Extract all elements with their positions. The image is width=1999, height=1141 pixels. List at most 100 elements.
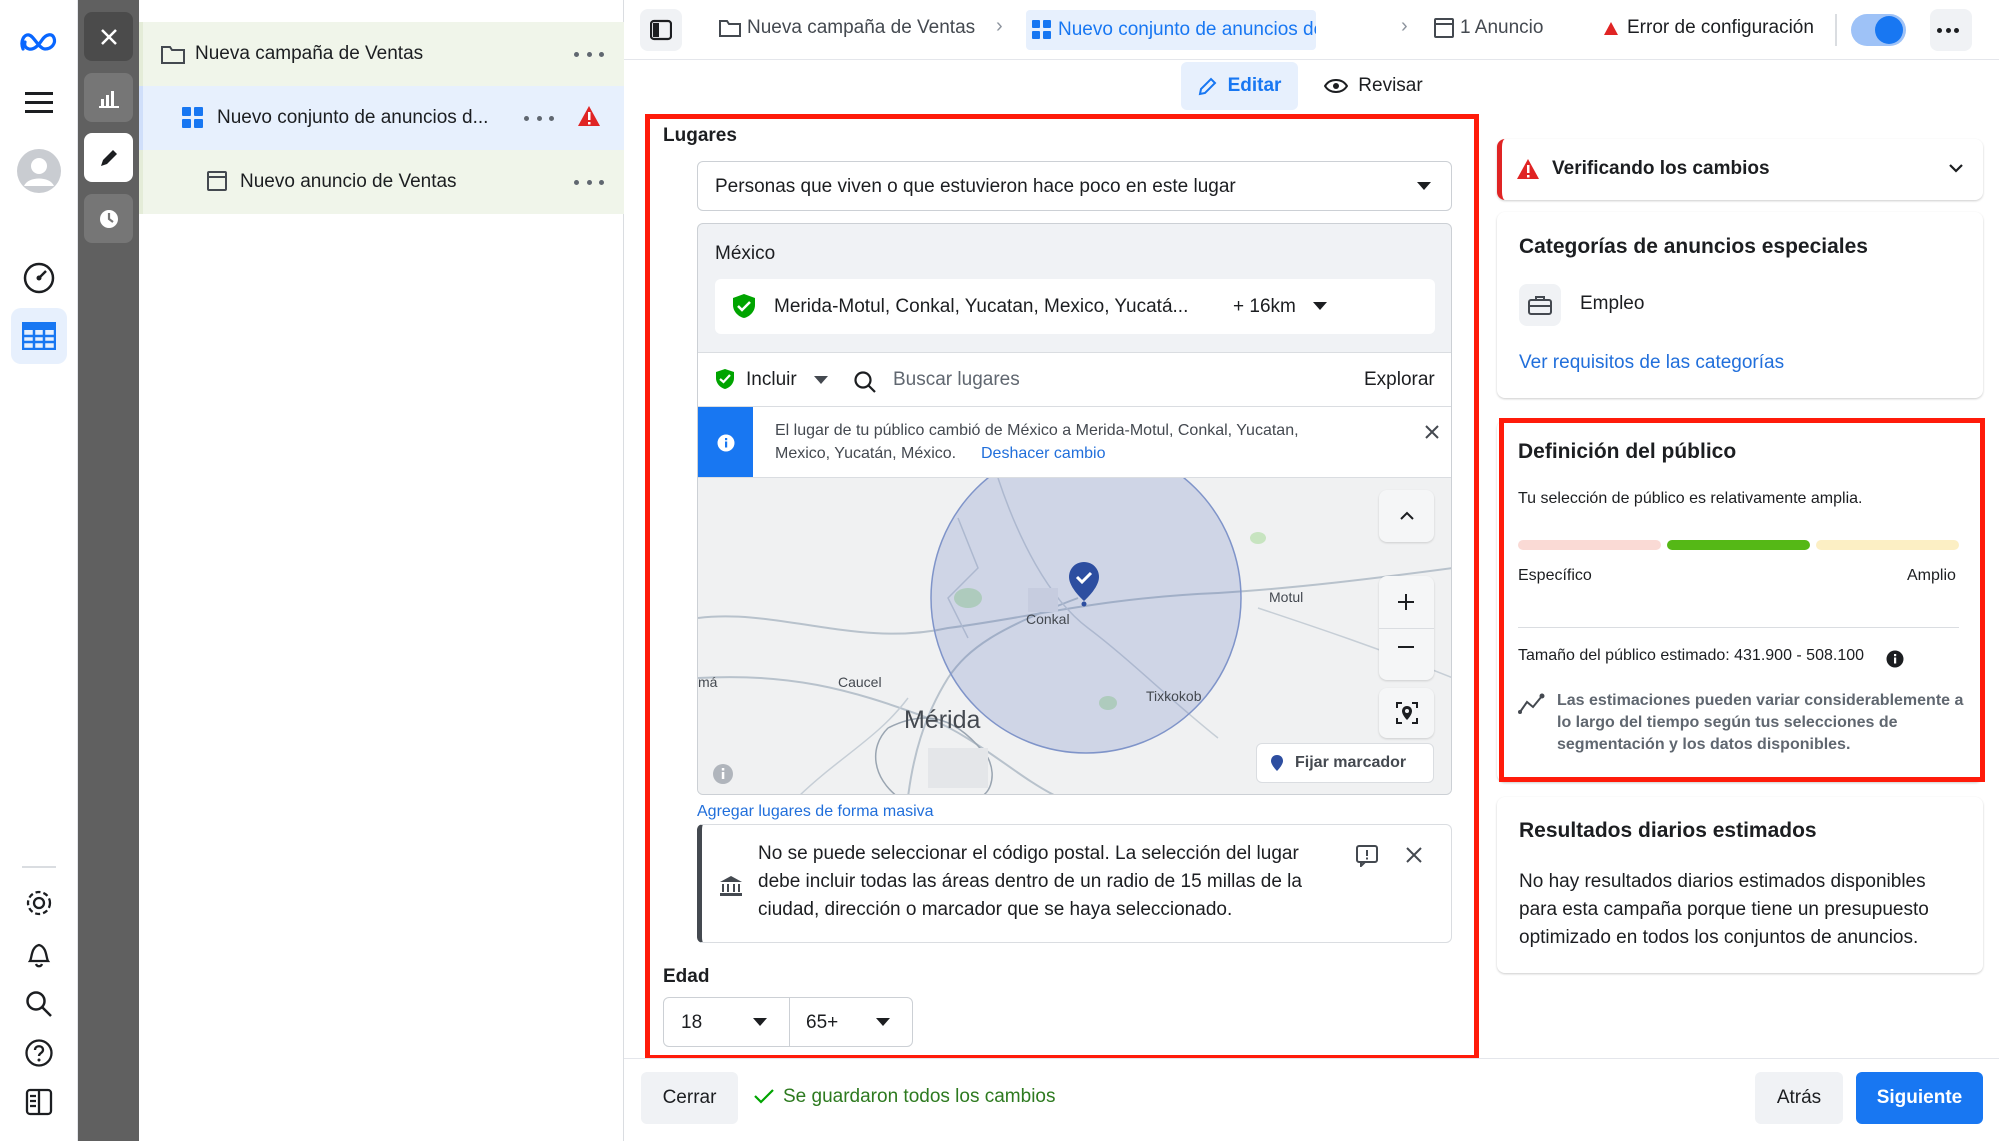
verifying-label: Verificando los cambios: [1552, 158, 1770, 179]
chevron-up-icon: [1399, 511, 1414, 520]
bulk-add-link[interactable]: Agregar lugares de forma masiva: [697, 803, 934, 821]
caret-down-icon: [753, 1018, 767, 1027]
pencil-icon: [1198, 76, 1218, 96]
caret-down-icon[interactable]: [814, 376, 828, 385]
zoom-in-icon[interactable]: [1397, 593, 1415, 611]
avatar[interactable]: [11, 143, 67, 199]
more-options-icon[interactable]: [524, 114, 554, 122]
breadcrumb-ad[interactable]: 1 Anuncio: [1434, 17, 1543, 39]
tab-edit[interactable]: Editar: [1181, 62, 1298, 110]
trend-icon: [1518, 692, 1546, 714]
daily-results-title: Resultados diarios estimados: [1519, 819, 1817, 842]
caret-down-icon: [1417, 182, 1431, 191]
include-select[interactable]: Incluir: [746, 369, 797, 391]
breadcrumb-adset[interactable]: Nuevo conjunto de anuncios de Ventas: [1026, 10, 1316, 50]
locate-icon[interactable]: [1379, 688, 1434, 738]
menu-icon[interactable]: [11, 74, 67, 130]
employment-label: Empleo: [1580, 293, 1645, 314]
undo-change-link[interactable]: Deshacer cambio: [981, 445, 1106, 463]
back-button-label: Atrás: [1776, 1087, 1822, 1108]
tree-campaign-row[interactable]: Nueva campaña de Ventas: [139, 22, 624, 86]
map-label-conkal: Conkal: [1026, 611, 1070, 627]
tab-edit-label: Editar: [1227, 75, 1282, 96]
publish-toggle[interactable]: [1851, 14, 1906, 46]
age-max-select[interactable]: 65+: [790, 998, 912, 1046]
pin-icon: [1270, 754, 1284, 772]
tree-adset-label: Nuevo conjunto de anuncios d...: [217, 107, 489, 128]
search-places-input[interactable]: Buscar lugares: [893, 369, 1020, 391]
pin-marker-button[interactable]: Fijar marcador: [1256, 743, 1434, 783]
saved-status: Se guardaron todos los cambios: [783, 1086, 1056, 1107]
category-requirements-link[interactable]: Ver requisitos de las categorías: [1519, 352, 1784, 374]
chart-icon[interactable]: [84, 73, 133, 122]
history-icon[interactable]: [84, 194, 133, 243]
caret-down-icon[interactable]: [1313, 302, 1327, 311]
bell-icon[interactable]: [11, 926, 67, 982]
breadcrumb-ad-label: 1 Anuncio: [1460, 17, 1544, 38]
estimate-note-2: lo largo del tiempo según tus seleccione…: [1557, 714, 1898, 731]
gear-icon[interactable]: [11, 875, 67, 931]
location-type-select[interactable]: Personas que viven o que estuvieron hace…: [697, 161, 1452, 211]
back-button[interactable]: Atrás: [1755, 1072, 1843, 1124]
warning-line-1: No se puede seleccionar el código postal…: [758, 843, 1299, 864]
more-options-icon[interactable]: [574, 50, 604, 58]
audience-size: Tamaño del público estimado: 431.900 - 5…: [1518, 647, 1865, 664]
daily-results-line-2: para esta campaña porque tiene un presup…: [1519, 899, 1929, 920]
age-min-select[interactable]: 18: [664, 998, 790, 1046]
dashboard-icon[interactable]: [11, 250, 67, 306]
notice-line-1: El lugar de tu público cambió de México …: [775, 422, 1299, 439]
tree-ad-row[interactable]: Nuevo anuncio de Ventas: [139, 150, 624, 214]
ad-icon: [207, 171, 227, 191]
next-button[interactable]: Siguiente: [1856, 1072, 1983, 1124]
close-button[interactable]: Cerrar: [641, 1072, 738, 1124]
location-changed-notice: El lugar de tu público cambió de México …: [698, 406, 1451, 478]
age-min-value: 18: [681, 1012, 703, 1033]
verifying-changes-card[interactable]: Verificando los cambios: [1497, 139, 1983, 200]
age-range: 18 65+: [663, 997, 913, 1047]
selected-location[interactable]: Merida-Motul, Conkal, Yucatan, Mexico, Y…: [715, 279, 1435, 334]
sidebar-toggle-icon[interactable]: [640, 9, 682, 51]
map[interactable]: Conkal Motul Caucel má Mérida Tixkokob F…: [698, 477, 1451, 794]
pin-marker-label: Fijar marcador: [1295, 754, 1407, 771]
country-label: México: [715, 243, 776, 264]
close-icon[interactable]: [1425, 425, 1439, 439]
location-type-value: Personas que viven o que estuvieron hace…: [715, 176, 1236, 197]
structure-tree: Nueva campaña de Ventas Nuevo conjunto d…: [139, 0, 624, 1141]
caret-down-icon: [876, 1018, 890, 1027]
collapse-map-button[interactable]: [1379, 490, 1434, 542]
estimate-note-1: Las estimaciones pueden variar considera…: [1557, 692, 1964, 709]
ads-manager-table-icon[interactable]: [11, 308, 67, 364]
edit-pencil-icon[interactable]: [84, 133, 133, 182]
tree-campaign-label: Nueva campaña de Ventas: [195, 43, 424, 64]
explore-button[interactable]: Explorar: [1364, 369, 1435, 391]
warning-line-2: debe incluir todas las áreas dentro de u…: [758, 871, 1302, 892]
zoom-out-icon[interactable]: [1397, 645, 1415, 649]
configuration-error[interactable]: Error de configuración: [1604, 17, 1814, 39]
tab-review[interactable]: Revisar: [1316, 62, 1431, 110]
postal-code-warning: No se puede seleccionar el código postal…: [697, 824, 1452, 943]
more-options-button[interactable]: [1930, 9, 1972, 51]
help-icon[interactable]: [11, 1025, 67, 1081]
tab-review-label: Revisar: [1358, 75, 1423, 96]
close-icon[interactable]: [1406, 847, 1422, 863]
warning-icon: [1516, 158, 1540, 180]
info-icon[interactable]: [1886, 650, 1904, 668]
breadcrumb-campaign[interactable]: Nueva campaña de Ventas: [719, 17, 975, 39]
selected-location-label: Merida-Motul, Conkal, Yucatan, Mexico, Y…: [774, 296, 1189, 317]
panel-toggle-icon[interactable]: [11, 1074, 67, 1130]
meta-logo-icon[interactable]: [11, 14, 67, 70]
adset-grid-icon: [182, 107, 204, 129]
info-icon[interactable]: [712, 763, 734, 785]
tree-ad-label: Nuevo anuncio de Ventas: [240, 171, 457, 192]
more-options-icon[interactable]: [574, 178, 604, 186]
estimate-note-3: segmentación y los datos disponibles.: [1557, 736, 1851, 753]
close-icon[interactable]: [84, 12, 133, 61]
search-icon[interactable]: [11, 976, 67, 1032]
map-label-motul: Motul: [1269, 589, 1304, 605]
radius-value[interactable]: + 16km: [1233, 296, 1296, 318]
feedback-icon[interactable]: [1356, 845, 1378, 867]
configuration-error-label: Error de configuración: [1627, 17, 1814, 38]
tree-adset-row[interactable]: Nuevo conjunto de anuncios d...: [139, 86, 624, 150]
check-shield-icon: [715, 368, 735, 390]
folder-icon: [719, 19, 741, 37]
